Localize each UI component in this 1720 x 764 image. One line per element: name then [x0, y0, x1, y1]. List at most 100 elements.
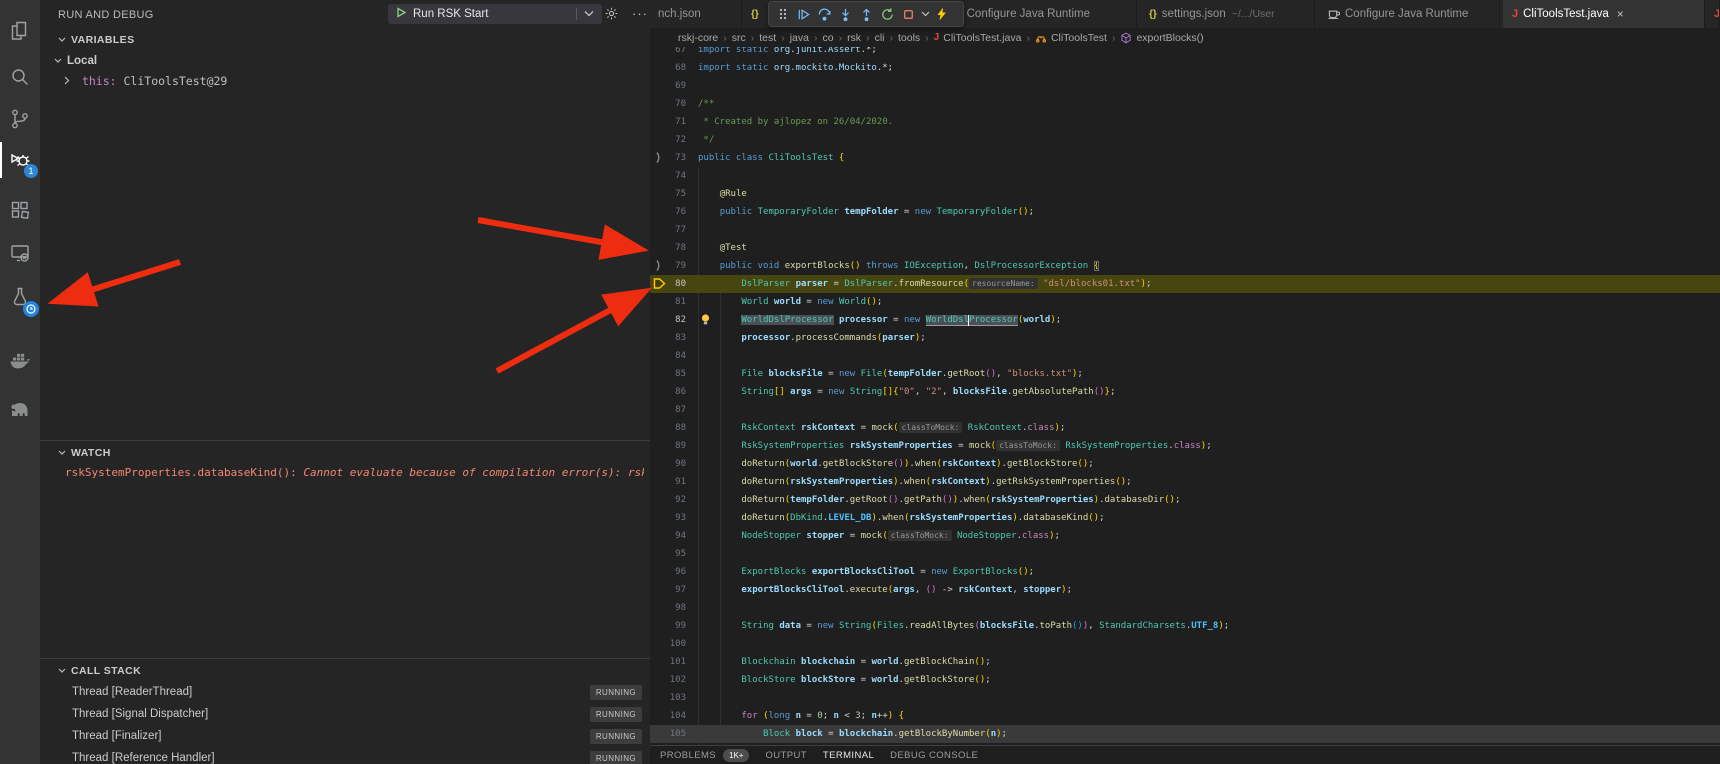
code-editor[interactable]: 67import static org.junit.Assert.*;68imp… — [650, 47, 1720, 745]
tab-clitoolstest-java[interactable]: J CliToolsTest.java × — [1503, 0, 1705, 28]
panel-tab-output[interactable]: OUTPUT — [765, 750, 806, 761]
continue-icon[interactable] — [793, 3, 814, 25]
code-line-83[interactable]: 83processor.processCommands(parser); — [650, 329, 1720, 347]
line-number[interactable]: 74 — [650, 167, 686, 185]
remote-explorer-icon[interactable] — [0, 233, 40, 273]
line-number[interactable]: 92 — [650, 491, 686, 509]
code-line-92[interactable]: 92doReturn(tempFolder.getRoot().getPath(… — [650, 491, 1720, 509]
breadcrumb-item[interactable]: java — [790, 32, 809, 44]
breadcrumb-item[interactable]: tools — [898, 32, 920, 44]
line-number[interactable]: 70 — [650, 95, 686, 113]
tab-settings-json[interactable]: {} settings.json ~/.../User — [1140, 0, 1315, 28]
line-number[interactable]: 88 — [650, 419, 686, 437]
panel-tab-problems[interactable]: PROBLEMS — [660, 750, 716, 761]
breadcrumb-file[interactable]: JCliToolsTest.java — [934, 32, 1022, 44]
line-number[interactable]: 76 — [650, 203, 686, 221]
line-number[interactable]: 95 — [650, 545, 686, 563]
line-number[interactable]: 97 — [650, 581, 686, 599]
code-line-82[interactable]: 82WorldDslProcessor processor = new Worl… — [650, 311, 1720, 329]
code-line-89[interactable]: 89RskSystemProperties rskSystemPropertie… — [650, 437, 1720, 455]
variable-this-row[interactable]: this: CliToolsTest@29 — [64, 74, 227, 88]
gear-icon[interactable] — [604, 6, 619, 26]
line-number[interactable]: 105 — [650, 725, 686, 743]
line-number[interactable]: 98 — [650, 599, 686, 617]
variables-header[interactable]: VARIABLES — [58, 34, 135, 46]
code-line-87[interactable]: 87 — [650, 401, 1720, 419]
code-line-80[interactable]: 80DslParser parser = DslParser.fromResou… — [650, 275, 1720, 293]
code-line-100[interactable]: 100 — [650, 635, 1720, 653]
section-divider[interactable] — [40, 440, 650, 441]
code-line-95[interactable]: 95 — [650, 545, 1720, 563]
code-line-99[interactable]: 99String data = new String(Files.readAll… — [650, 617, 1720, 635]
line-number[interactable]: 100 — [650, 635, 686, 653]
stop-icon[interactable] — [898, 3, 919, 25]
breadcrumb-method[interactable]: exportBlocks() — [1120, 32, 1203, 44]
code-line-71[interactable]: 71 * Created by ajlopez on 26/04/2020. — [650, 113, 1720, 131]
code-line-78[interactable]: 78@Test — [650, 239, 1720, 257]
line-number[interactable]: 102 — [650, 671, 686, 689]
line-number[interactable]: 83 — [650, 329, 686, 347]
code-line-105[interactable]: 105Block block = blockchain.getBlockByNu… — [650, 725, 1720, 743]
breadcrumb-item[interactable]: cli — [875, 32, 885, 44]
step-out-icon[interactable] — [856, 3, 877, 25]
line-number[interactable]: 72 — [650, 131, 686, 149]
hot-code-replace-icon[interactable] — [931, 3, 952, 25]
code-line-93[interactable]: 93doReturn(DbKind.LEVEL_DB).when(rskSyst… — [650, 509, 1720, 527]
code-line-68[interactable]: 68import static org.mockito.Mockito.*; — [650, 59, 1720, 77]
code-line-81[interactable]: 81World world = new World(); — [650, 293, 1720, 311]
line-number[interactable]: 87 — [650, 401, 686, 419]
line-number[interactable]: 86 — [650, 383, 686, 401]
line-number[interactable]: 68 — [650, 59, 686, 77]
line-number[interactable]: 94 — [650, 527, 686, 545]
code-line-97[interactable]: 97exportBlocksCliTool.execute(args, () -… — [650, 581, 1720, 599]
testing-icon[interactable] — [0, 277, 40, 317]
breadcrumb-item[interactable]: rskj-core — [678, 32, 718, 44]
tab-configure-java-runtime-2[interactable]: Configure Java Runtime — [1318, 0, 1500, 28]
code-line-91[interactable]: 91doReturn(rskSystemProperties).when(rsk… — [650, 473, 1720, 491]
breadcrumb-class[interactable]: CliToolsTest — [1035, 32, 1107, 44]
code-line-76[interactable]: 76public TemporaryFolder tempFolder = ne… — [650, 203, 1720, 221]
code-line-102[interactable]: 102BlockStore blockStore = world.getBloc… — [650, 671, 1720, 689]
line-number[interactable]: 77 — [650, 221, 686, 239]
code-line-73[interactable]: 73public class CliToolsTest { — [650, 149, 1720, 167]
explorer-icon[interactable] — [0, 11, 40, 51]
code-line-103[interactable]: 103 — [650, 689, 1720, 707]
code-line-69[interactable]: 69 — [650, 77, 1720, 95]
run-and-debug-icon[interactable]: 1 — [0, 140, 40, 180]
breadcrumb-item[interactable]: co — [822, 32, 833, 44]
gradle-icon[interactable] — [0, 388, 40, 428]
tab-launch-json[interactable]: nch.json — [650, 0, 742, 28]
call-stack-header[interactable]: CALL STACK — [58, 665, 141, 677]
breadcrumb-item[interactable]: test — [759, 32, 776, 44]
line-number[interactable]: 99 — [650, 617, 686, 635]
code-line-90[interactable]: 90doReturn(world.getBlockStore()).when(r… — [650, 455, 1720, 473]
code-line-88[interactable]: 88RskContext rskContext = mock(classToMo… — [650, 419, 1720, 437]
line-number[interactable]: 93 — [650, 509, 686, 527]
docker-icon[interactable] — [0, 340, 40, 380]
code-line-94[interactable]: 94NodeStopper stopper = mock(classToMock… — [650, 527, 1720, 545]
thread-row[interactable]: Thread [Signal Dispatcher] RUNNING — [40, 704, 650, 726]
tab-partial-java[interactable]: J — [1705, 0, 1720, 28]
breadcrumb[interactable]: rskj-core› src› test› java› co› rsk› cli… — [650, 28, 1720, 47]
line-number[interactable]: 85 — [650, 365, 686, 383]
breadcrumb-item[interactable]: src — [732, 32, 746, 44]
code-line-77[interactable]: 77 — [650, 221, 1720, 239]
line-number[interactable]: 91 — [650, 473, 686, 491]
code-line-85[interactable]: 85File blocksFile = new File(tempFolder.… — [650, 365, 1720, 383]
extensions-icon[interactable] — [0, 190, 40, 230]
code-line-84[interactable]: 84 — [650, 347, 1720, 365]
watch-header[interactable]: WATCH — [58, 447, 111, 459]
thread-row[interactable]: Thread [Reference Handler] RUNNING — [40, 748, 650, 764]
line-number[interactable]: 71 — [650, 113, 686, 131]
line-number[interactable]: 89 — [650, 437, 686, 455]
watch-expression-row[interactable]: rskSystemProperties.databaseKind(): Cann… — [65, 466, 644, 479]
restart-icon[interactable] — [877, 3, 898, 25]
source-control-icon[interactable] — [0, 99, 40, 139]
step-into-icon[interactable] — [835, 3, 856, 25]
line-number[interactable]: 103 — [650, 689, 686, 707]
line-number[interactable]: 84 — [650, 347, 686, 365]
line-number[interactable]: 67 — [650, 47, 686, 59]
close-icon[interactable]: × — [1617, 7, 1624, 21]
section-divider[interactable] — [40, 658, 650, 659]
line-number[interactable]: 96 — [650, 563, 686, 581]
